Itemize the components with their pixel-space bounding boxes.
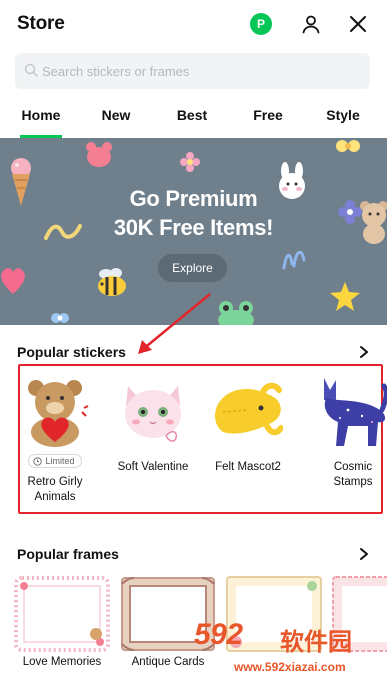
sticker-name: Retro Girly Animals — [27, 475, 83, 503]
banner-subheadline: 30K Free Items! — [113, 215, 274, 240]
sticker-pack-soft-valentine[interactable]: Soft Valentine — [115, 376, 191, 475]
clock-icon — [33, 456, 43, 466]
sticker-name: Soft Valentine — [117, 461, 189, 473]
pink-cat-icon — [118, 376, 188, 448]
close-icon[interactable] — [346, 12, 370, 36]
limited-badge: Limited — [28, 454, 82, 468]
ribbon-icon — [282, 250, 306, 270]
flower-icon — [336, 140, 360, 152]
popular-stickers-title: Popular stickers — [17, 344, 126, 360]
search-icon — [24, 63, 38, 82]
search-input[interactable] — [42, 53, 362, 89]
watermark-chinese: 软件园 — [280, 629, 352, 656]
search-bar[interactable] — [15, 53, 370, 89]
premium-badge[interactable]: P — [250, 13, 272, 35]
frog-icon — [218, 301, 254, 325]
flower-icon — [180, 152, 200, 172]
star-icon — [330, 282, 360, 311]
tab-best[interactable]: Best — [177, 107, 207, 123]
watermark-url: www.592xiazai.com — [234, 660, 346, 674]
category-tabs: Home New Best Free Style — [0, 100, 387, 138]
limited-label: Limited — [45, 456, 75, 466]
watermark: 592 软件园 www.592xiazai.com — [190, 614, 387, 682]
popular-frames-title: Popular frames — [17, 546, 119, 562]
banner-headline: Go Premium — [129, 186, 258, 211]
watermark-brand: 592 — [194, 618, 243, 651]
pink-frame-icon — [14, 576, 110, 652]
sticker-name: Cosmic Stamps — [333, 461, 373, 488]
heart-icon — [1, 268, 25, 294]
store-header: Store P — [0, 0, 387, 50]
chevron-right-icon[interactable] — [357, 547, 371, 561]
bee-icon — [98, 268, 126, 296]
annotation-arrow-icon — [138, 293, 211, 354]
tab-home[interactable]: Home — [22, 107, 61, 123]
gummy-bear-icon — [86, 142, 112, 167]
explore-button[interactable]: Explore — [158, 254, 227, 282]
felt-mascot-icon — [213, 376, 284, 448]
page-title: Store — [17, 13, 65, 34]
tab-new[interactable]: New — [102, 107, 131, 123]
sticker-pack-cosmic-stamps[interactable]: Cosmic Stamps — [315, 376, 387, 490]
frame-love-memories[interactable] — [14, 576, 110, 652]
tab-style[interactable]: Style — [326, 107, 359, 123]
sticker-name: Felt Mascot2 — [215, 461, 281, 473]
cosmic-cat-icon — [318, 376, 387, 448]
frame-name: Love Memories — [22, 656, 102, 668]
teddy-bear-heart-icon — [20, 376, 90, 448]
sticker-pack-retro-girly-animals[interactable]: Limited Retro Girly Animals — [17, 376, 93, 505]
profile-icon[interactable] — [299, 12, 323, 36]
chevron-right-icon[interactable] — [357, 345, 371, 359]
tab-free[interactable]: Free — [253, 107, 283, 123]
sticker-pack-felt-mascot2[interactable]: Felt Mascot2 — [210, 376, 286, 475]
flower-icon — [51, 313, 69, 323]
